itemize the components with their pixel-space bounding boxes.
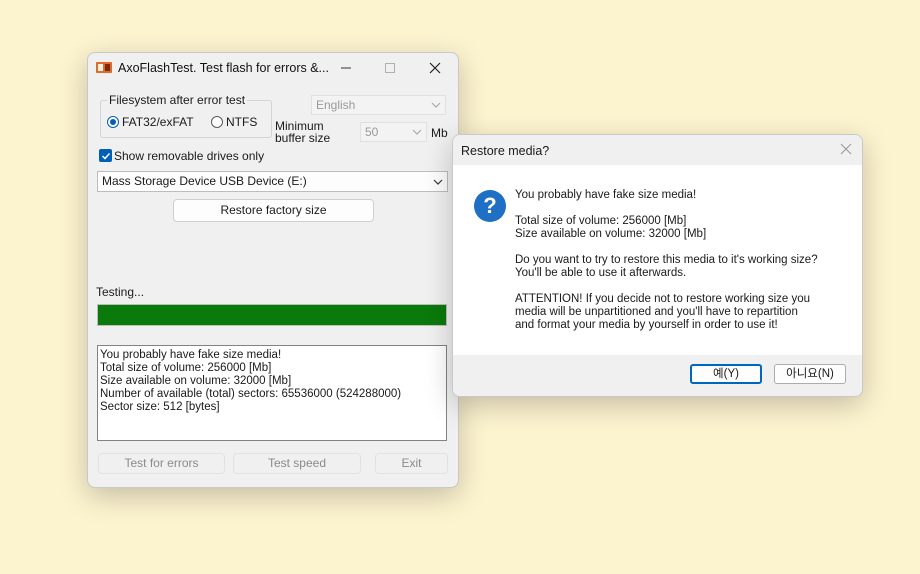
log-line: Total size of volume: 256000 [Mb] (100, 362, 272, 374)
dialog-line-question: Do you want to try to restore this media… (515, 254, 818, 266)
dialog-title-bar[interactable]: Restore media? (453, 135, 862, 165)
log-line: Size available on volume: 32000 [Mb] (100, 375, 292, 387)
chevron-down-icon (412, 129, 422, 135)
close-icon (429, 62, 441, 74)
show-removable-label[interactable]: Show removable drives only (114, 149, 264, 163)
radio-fat32[interactable] (107, 116, 119, 128)
dialog-line-fake: You probably have fake size media! (515, 189, 697, 201)
filesystem-group-label: Filesystem after error test (107, 93, 248, 107)
buffer-size-value: 50 (365, 125, 379, 139)
yes-button[interactable]: 예(Y) (690, 364, 762, 384)
radio-fat32-label[interactable]: FAT32/exFAT (122, 115, 194, 129)
main-window: AxoFlashTest. Test flash for errors &...… (87, 52, 459, 488)
buffer-size-select: 50 (360, 122, 427, 142)
log-line: Number of available (total) sectors: 655… (100, 388, 402, 400)
status-label: Testing... (96, 285, 145, 299)
chevron-down-icon (431, 102, 441, 108)
dialog-line-afterwards: You'll be able to use it afterwards. (515, 267, 687, 279)
show-removable-checkbox[interactable] (99, 149, 112, 162)
exit-button: Exit (375, 453, 448, 474)
radio-ntfs[interactable] (211, 116, 223, 128)
device-select[interactable]: Mass Storage Device USB Device (E:) (97, 171, 448, 192)
log-line: You probably have fake size media! (100, 349, 282, 361)
test-speed-button: Test speed (233, 453, 361, 474)
language-select: English (311, 95, 446, 115)
language-value: English (316, 98, 356, 112)
checkmark-icon (101, 152, 110, 160)
dialog-line-available: Size available on volume: 32000 [Mb] (515, 228, 707, 240)
close-button[interactable] (413, 53, 457, 83)
progress-fill (98, 305, 446, 325)
test-errors-button: Test for errors (98, 453, 225, 474)
close-icon[interactable] (838, 141, 854, 157)
app-logo-icon (96, 62, 112, 73)
buffer-unit: Mb (431, 126, 448, 140)
dialog-footer: 예(Y) 아니요(N) (453, 355, 862, 396)
restore-factory-size-button[interactable]: Restore factory size (173, 199, 374, 222)
progress-bar (97, 304, 447, 326)
log-line: Sector size: 512 [bytes] (100, 401, 220, 413)
minimize-button[interactable] (324, 53, 368, 83)
dialog-title: Restore media? (461, 144, 550, 158)
dialog-line-attention-1: ATTENTION! If you decide not to restore … (515, 293, 811, 305)
dialog-line-total: Total size of volume: 256000 [Mb] (515, 215, 687, 227)
dialog-line-attention-2: media will be unpartitioned and you'll h… (515, 306, 798, 318)
restore-media-dialog: Restore media? ? You probably have fake … (452, 134, 863, 397)
window-title: AxoFlashTest. Test flash for errors &... (118, 61, 329, 75)
maximize-icon (385, 63, 395, 73)
radio-ntfs-label[interactable]: NTFS (226, 115, 257, 129)
log-textarea[interactable]: You probably have fake size media! Total … (97, 345, 447, 441)
dialog-line-attention-3: and format your media by yourself in ord… (515, 319, 778, 331)
maximize-button (368, 53, 412, 83)
device-value: Mass Storage Device USB Device (E:) (102, 174, 307, 188)
minimize-icon (341, 67, 351, 69)
title-bar[interactable]: AxoFlashTest. Test flash for errors &... (88, 53, 458, 83)
buffer-label: Minimum buffer size (275, 119, 331, 145)
question-icon: ? (474, 190, 506, 222)
chevron-down-icon (433, 179, 443, 185)
no-button[interactable]: 아니요(N) (774, 364, 846, 384)
filesystem-group: Filesystem after error test FAT32/exFAT … (100, 93, 272, 138)
